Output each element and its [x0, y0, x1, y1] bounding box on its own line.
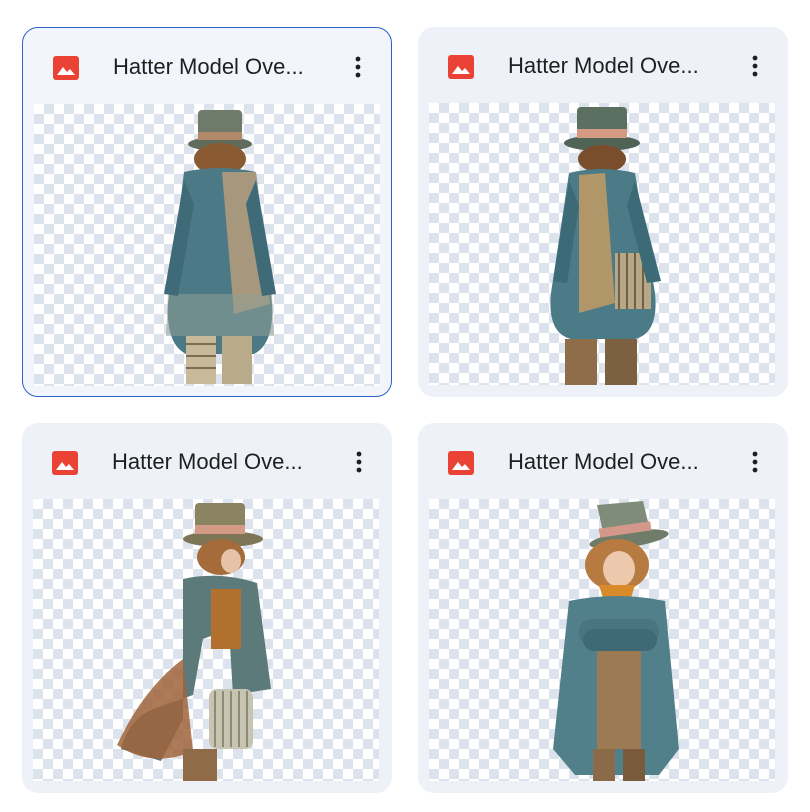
hatter-back-view-alt-figure: [550, 107, 661, 385]
more-options-button[interactable]: [343, 52, 373, 82]
file-card-header: Hatter Model Ove...: [418, 27, 788, 103]
image-file-icon: [52, 451, 78, 475]
more-options-button[interactable]: [740, 447, 770, 477]
file-card-header: Hatter Model Ove...: [22, 423, 392, 499]
image-file-icon: [448, 55, 474, 79]
file-card[interactable]: Hatter Model Ove...: [22, 423, 392, 793]
image-file-icon: [53, 56, 79, 80]
more-options-button[interactable]: [344, 447, 374, 477]
image-thumbnail[interactable]: [429, 499, 775, 781]
file-card-header: Hatter Model Ove...: [418, 423, 788, 499]
hatter-back-view-figure: [164, 110, 276, 384]
image-thumbnail[interactable]: [429, 103, 775, 385]
more-vert-icon: [752, 451, 758, 473]
more-vert-icon: [752, 55, 758, 77]
image-thumbnail[interactable]: [34, 104, 380, 386]
file-title: Hatter Model Ove...: [508, 449, 699, 474]
image-thumbnail[interactable]: [33, 499, 379, 781]
file-grid: Hatter Model Ove... Hatter Model Ove... …: [0, 0, 810, 812]
more-vert-icon: [356, 451, 362, 473]
file-card-header: Hatter Model Ove...: [23, 28, 391, 104]
hatter-front-arms-crossed-figure: [553, 501, 679, 781]
more-vert-icon: [355, 56, 361, 78]
hatter-side-view-figure: [117, 503, 271, 781]
more-options-button[interactable]: [740, 51, 770, 81]
file-title: Hatter Model Ove...: [112, 449, 303, 474]
file-card[interactable]: Hatter Model Ove...: [418, 27, 788, 397]
image-file-icon: [448, 451, 474, 475]
file-card[interactable]: Hatter Model Ove...: [22, 27, 392, 397]
file-card[interactable]: Hatter Model Ove...: [418, 423, 788, 793]
file-title: Hatter Model Ove...: [113, 54, 304, 79]
file-title: Hatter Model Ove...: [508, 53, 699, 78]
